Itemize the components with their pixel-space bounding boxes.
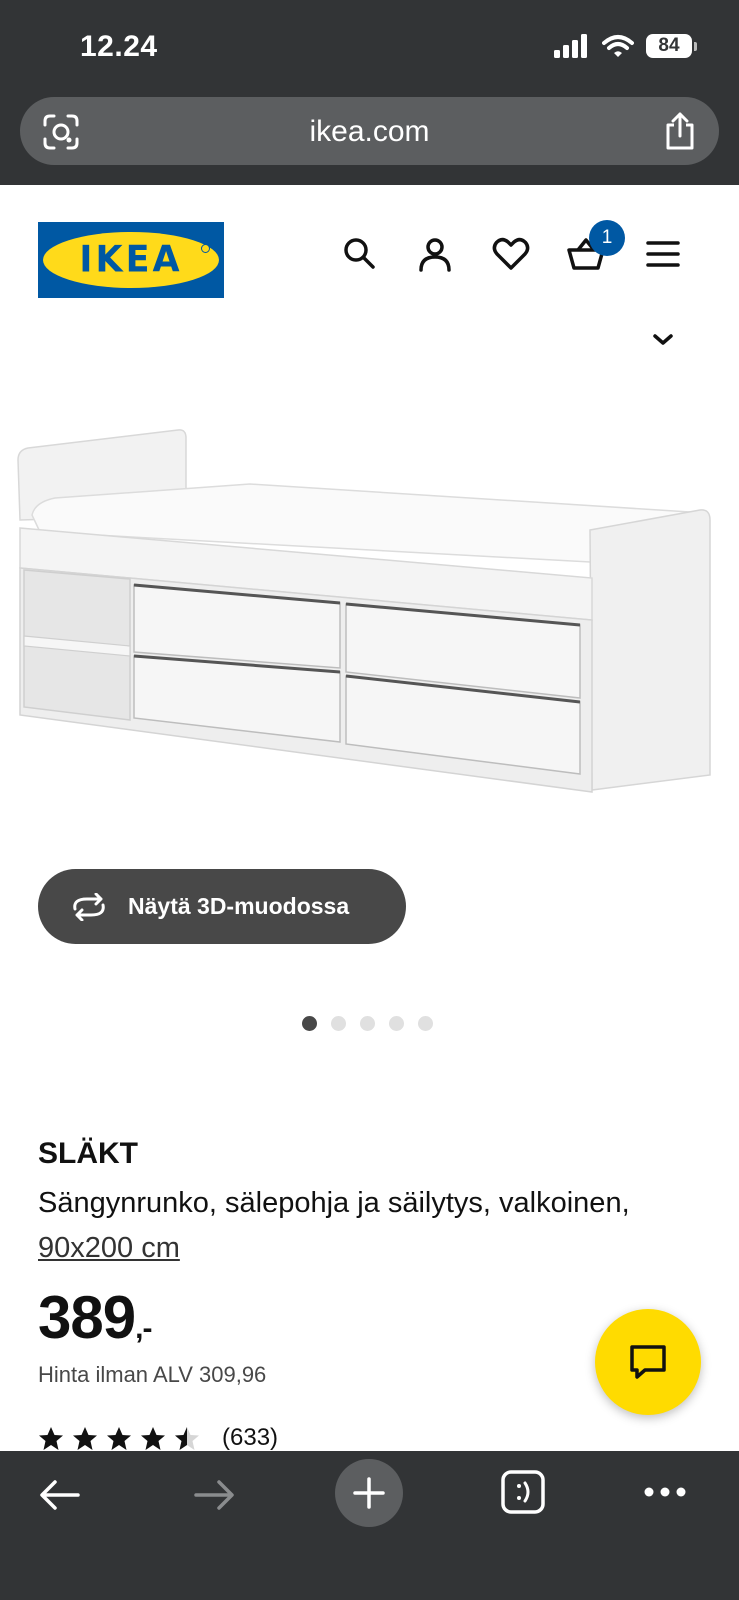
cart-count-badge: 1 xyxy=(589,220,625,256)
carousel-dot[interactable] xyxy=(302,1016,317,1031)
tabs-icon[interactable] xyxy=(500,1469,546,1515)
account-icon[interactable] xyxy=(416,235,454,273)
product-image[interactable] xyxy=(10,420,730,820)
star-icon xyxy=(141,1426,165,1450)
star-icon xyxy=(107,1426,131,1450)
signal-icon xyxy=(554,34,587,58)
forward-arrow-icon[interactable] xyxy=(192,1479,236,1511)
price-suffix: ,- xyxy=(135,1312,152,1345)
url-text: ikea.com xyxy=(309,115,430,148)
chat-button[interactable] xyxy=(595,1309,701,1415)
carousel-dot[interactable] xyxy=(418,1016,433,1031)
ikea-logo[interactable]: IKEA xyxy=(38,222,224,298)
half-star-icon xyxy=(175,1426,199,1450)
product-size-link[interactable]: 90x200 cm xyxy=(38,1232,180,1264)
carousel-dot[interactable] xyxy=(331,1016,346,1031)
more-icon[interactable] xyxy=(642,1485,688,1499)
status-bar: 12.24 84 xyxy=(0,0,739,90)
rotate-3d-icon xyxy=(73,892,105,921)
wifi-icon xyxy=(602,35,634,57)
site-header: IKEA xyxy=(0,185,739,305)
view-3d-label: Näytä 3D-muodossa xyxy=(128,893,350,919)
carousel-dots xyxy=(302,1016,433,1031)
carousel-dot[interactable] xyxy=(389,1016,404,1031)
status-icons: 84 xyxy=(554,34,697,58)
search-icon[interactable] xyxy=(341,235,379,273)
star-icon xyxy=(39,1426,63,1450)
product-description: Sängynrunko, sälepohja ja säilytys, valk… xyxy=(38,1181,698,1271)
logo-text: IKEA xyxy=(79,239,183,281)
heart-icon[interactable] xyxy=(492,235,530,273)
new-tab-button[interactable] xyxy=(335,1459,403,1527)
review-count: (633) xyxy=(222,1424,279,1451)
browser-bottom-toolbar xyxy=(0,1451,739,1600)
star-icon xyxy=(73,1426,97,1450)
browser-toolbar: ikea.com xyxy=(0,90,739,185)
battery-icon: 84 xyxy=(646,34,697,58)
menu-icon[interactable] xyxy=(644,235,682,273)
chevron-down-icon[interactable] xyxy=(652,333,674,347)
price-value: 389 xyxy=(38,1284,136,1351)
plus-icon xyxy=(353,1477,385,1509)
address-bar[interactable]: ikea.com xyxy=(20,97,719,165)
carousel-dot[interactable] xyxy=(360,1016,375,1031)
share-icon[interactable] xyxy=(663,111,697,151)
status-time: 12.24 xyxy=(80,30,158,63)
chat-icon xyxy=(630,1345,666,1379)
battery-level: 84 xyxy=(646,34,692,58)
product-name: SLÄKT xyxy=(38,1137,138,1170)
price-excl-vat: Hinta ilman ALV 309,96 xyxy=(38,1362,267,1387)
view-3d-button[interactable]: Näytä 3D-muodossa xyxy=(38,869,406,944)
product-price: 389,- xyxy=(38,1283,152,1352)
back-arrow-icon[interactable] xyxy=(38,1479,82,1511)
product-rating[interactable]: (633) xyxy=(38,1424,278,1452)
product-description-text: Sängynrunko, sälepohja ja säilytys, valk… xyxy=(38,1187,630,1219)
